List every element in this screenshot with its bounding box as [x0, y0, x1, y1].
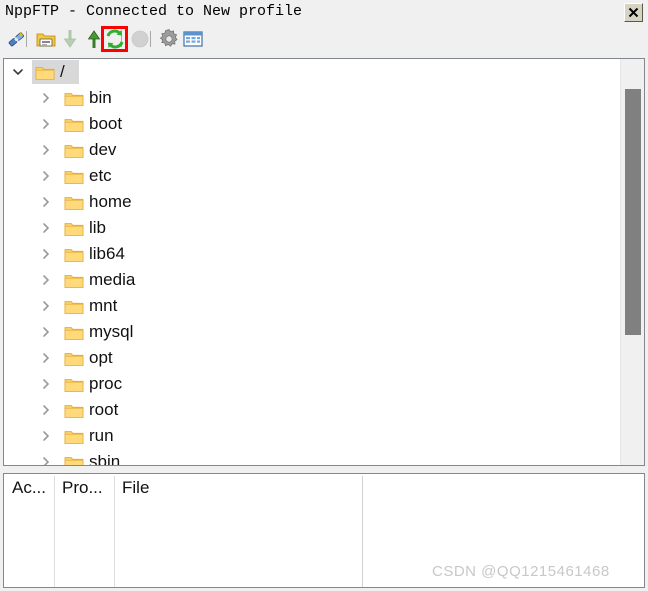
tree-item-label: etc [89, 166, 112, 185]
folder-icon [64, 324, 84, 340]
chevron-right-icon[interactable] [40, 163, 56, 189]
tree-item-label: media [89, 270, 136, 289]
folder-icon [64, 272, 84, 288]
nppftp-window: NppFTP - Connected to New profile / bin … [0, 0, 648, 591]
folder-icon [64, 194, 84, 210]
tree-item-label: mnt [89, 296, 118, 315]
connect-icon[interactable] [5, 28, 27, 50]
tree-item-home[interactable]: home [4, 189, 620, 215]
queue-column-0[interactable]: Ac... [4, 474, 54, 587]
directory-tree[interactable]: / bin boot dev etc home lib lib64 media … [4, 59, 620, 465]
tree-item-label: dev [89, 140, 117, 159]
toolbar [0, 25, 648, 53]
folder-icon [64, 116, 84, 132]
transfer-queue-panel: Ac... Pro... File [3, 473, 645, 588]
chevron-down-icon[interactable] [12, 59, 28, 85]
queue-column-headers: Ac... Pro... File [4, 474, 644, 504]
tree-item-label: root [89, 400, 119, 419]
settings-icon[interactable] [158, 28, 180, 50]
tree-item-label: boot [89, 114, 123, 133]
chevron-right-icon[interactable] [40, 371, 56, 397]
folder-icon [64, 428, 84, 444]
close-icon [628, 7, 639, 18]
tree-item-media[interactable]: media [4, 267, 620, 293]
queue-divider-2[interactable] [362, 476, 363, 587]
chevron-right-icon[interactable] [40, 111, 56, 137]
tree-item-boot[interactable]: boot [4, 111, 620, 137]
tree-item-root[interactable]: / [4, 59, 620, 85]
chevron-right-icon[interactable] [40, 345, 56, 371]
tree-item-label: mysql [89, 322, 134, 341]
refresh-icon[interactable] [104, 28, 126, 50]
close-button[interactable] [624, 3, 643, 22]
chevron-right-icon[interactable] [40, 215, 56, 241]
queue-column-2[interactable]: File [114, 474, 362, 587]
upload-icon[interactable] [83, 28, 105, 50]
chevron-right-icon[interactable] [40, 267, 56, 293]
tree-item-lib[interactable]: lib [4, 215, 620, 241]
tree-item-label: bin [89, 88, 112, 107]
tree-item-sbin[interactable]: sbin [4, 449, 620, 465]
queue-column-title: Ac... [12, 478, 47, 497]
folder-icon [64, 454, 84, 465]
folder-icon [64, 298, 84, 314]
tree-item-mysql[interactable]: mysql [4, 319, 620, 345]
chevron-right-icon[interactable] [40, 293, 56, 319]
tree-item-label: proc [89, 374, 123, 393]
tree-vertical-scrollbar[interactable] [620, 59, 644, 465]
chevron-right-icon[interactable] [40, 189, 56, 215]
queue-column-title: File [122, 478, 150, 497]
folder-icon [35, 64, 55, 80]
chevron-right-icon[interactable] [40, 137, 56, 163]
tree-scrollbar-thumb[interactable] [625, 89, 641, 335]
chevron-right-icon[interactable] [40, 319, 56, 345]
chevron-right-icon[interactable] [40, 85, 56, 111]
tree-item-dev[interactable]: dev [4, 137, 620, 163]
abort-icon [129, 28, 151, 50]
folder-icon [64, 402, 84, 418]
tree-item-mnt[interactable]: mnt [4, 293, 620, 319]
chevron-right-icon[interactable] [40, 423, 56, 449]
chevron-right-icon[interactable] [40, 449, 56, 465]
tree-item-label: home [89, 192, 132, 211]
tree-item-proc[interactable]: proc [4, 371, 620, 397]
chevron-right-icon[interactable] [40, 397, 56, 423]
panel-splitter[interactable] [0, 466, 648, 473]
remote-directory-panel: / bin boot dev etc home lib lib64 media … [3, 58, 645, 466]
queue-divider-1[interactable] [114, 476, 115, 587]
tree-item-opt[interactable]: opt [4, 345, 620, 371]
folder-icon [64, 350, 84, 366]
queue-column-1[interactable]: Pro... [54, 474, 114, 587]
queue-divider-0[interactable] [54, 476, 55, 587]
folder-icon [64, 142, 84, 158]
tree-item-lib64[interactable]: lib64 [4, 241, 620, 267]
window-title: NppFTP - Connected to New profile [5, 3, 303, 20]
folder-icon [64, 376, 84, 392]
queue-column-title: Pro... [62, 478, 103, 497]
folder-icon [64, 220, 84, 236]
tree-item-label: lib [89, 218, 107, 237]
folder-icon [64, 246, 84, 262]
tree-item-label: / [60, 62, 65, 81]
tree-item-run[interactable]: run [4, 423, 620, 449]
folder-icon [64, 90, 84, 106]
chevron-right-icon[interactable] [40, 241, 56, 267]
tree-item-label: sbin [89, 452, 121, 465]
title-bar: NppFTP - Connected to New profile [0, 0, 648, 25]
open-folder-icon[interactable] [35, 28, 57, 50]
tree-item-bin[interactable]: bin [4, 85, 620, 111]
tree-item-label: opt [89, 348, 113, 367]
tree-item-etc[interactable]: etc [4, 163, 620, 189]
tree-item-label: lib64 [89, 244, 125, 263]
messages-icon[interactable] [182, 28, 204, 50]
download-icon [59, 28, 81, 50]
tree-item-root[interactable]: root [4, 397, 620, 423]
folder-icon [64, 168, 84, 184]
tree-item-label: run [89, 426, 114, 445]
